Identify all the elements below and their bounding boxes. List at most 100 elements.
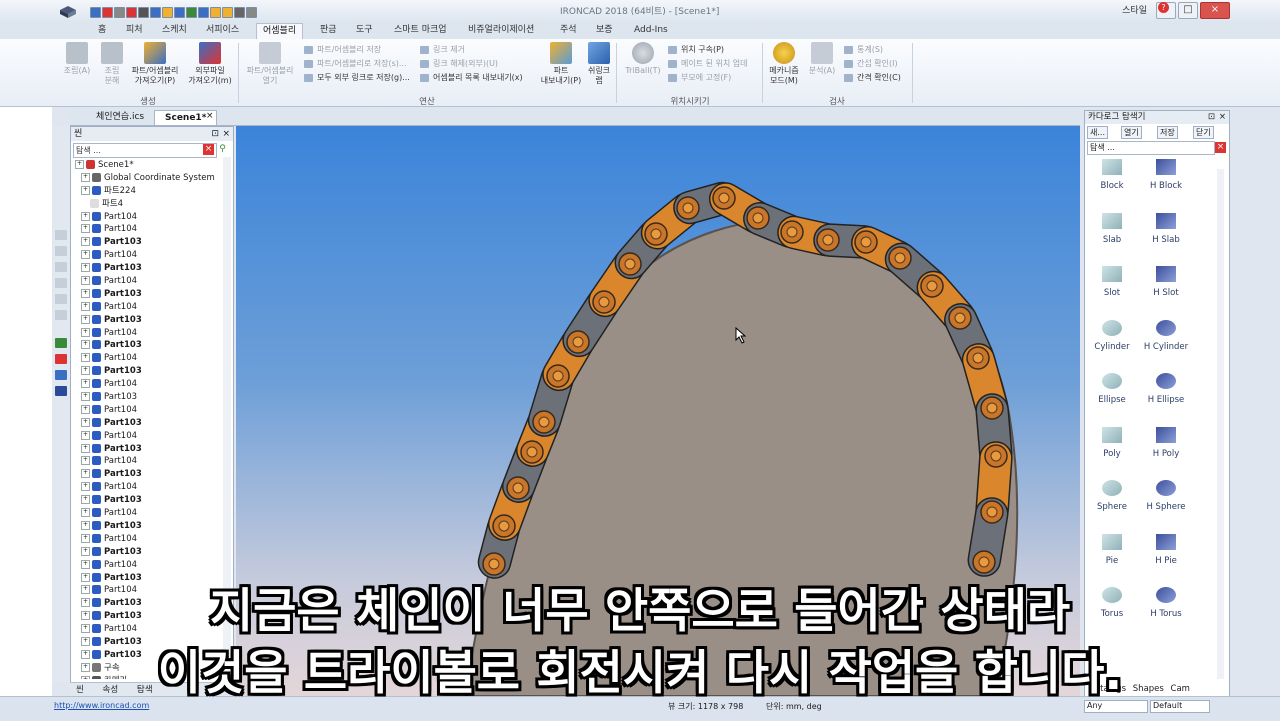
expand-toggle-icon[interactable]: + — [81, 211, 90, 221]
expand-toggle-icon[interactable]: + — [81, 508, 90, 518]
expand-toggle-icon[interactable]: + — [81, 533, 90, 543]
catalog-open-button[interactable]: 열기 — [1121, 126, 1142, 139]
view-tool-icon[interactable] — [55, 294, 67, 304]
view-tool-icon[interactable] — [55, 230, 67, 240]
catalog-shape-h-slot[interactable]: H Slot — [1136, 266, 1196, 298]
expand-toggle-icon[interactable]: + — [81, 482, 90, 492]
expand-toggle-icon[interactable]: + — [81, 340, 90, 350]
ribbon-tab[interactable]: 홈 — [92, 23, 112, 38]
view-tool-icon[interactable] — [55, 338, 67, 348]
catalog-shape-h-slab[interactable]: H Slab — [1136, 212, 1196, 245]
ribbon-tab[interactable]: 서피이스 — [200, 23, 245, 38]
shrinkwrap-button[interactable]: 쉬링크 랩 — [584, 42, 614, 86]
catalog-shape-poly[interactable]: Poly — [1082, 426, 1142, 459]
catalog-shape-h-block[interactable]: H Block — [1136, 159, 1196, 191]
close-document-icon[interactable]: × — [206, 111, 214, 121]
quick-access-button[interactable] — [138, 7, 149, 18]
quick-access-button[interactable] — [210, 7, 221, 18]
position-constraint-button[interactable]: 위치 구속(P) — [668, 44, 724, 56]
catalog-shape-h-ellipse[interactable]: H Ellipse — [1136, 373, 1196, 405]
expand-toggle-icon[interactable]: + — [81, 327, 90, 337]
tree-item[interactable]: + Part103 — [75, 262, 225, 275]
tree-item[interactable]: + Part103 — [75, 546, 225, 559]
open-part-button[interactable]: 파트/어셈블리 열기 — [240, 42, 300, 86]
import-part-button[interactable]: 파트/어셈블리 가져오기(P) — [126, 42, 184, 86]
quick-access-button[interactable] — [90, 7, 101, 18]
tree-item[interactable]: + Part103 — [75, 365, 225, 378]
save-part-button[interactable]: 파트/어셈블리 저장 — [304, 44, 381, 56]
catalog-shape-block[interactable]: Block — [1082, 159, 1142, 191]
tree-item[interactable]: + Part104 — [75, 507, 225, 520]
quick-access-button[interactable] — [102, 7, 113, 18]
expand-toggle-icon[interactable]: + — [81, 443, 90, 453]
tree-item[interactable]: + Part104 — [75, 352, 225, 365]
disassemble-button[interactable]: 조립 분해 — [98, 42, 126, 86]
tree-item[interactable]: + Part103 — [75, 288, 225, 301]
part-export-button[interactable]: 파트 내보내기(P) — [538, 42, 584, 86]
pin-icon[interactable]: ⊡ — [211, 127, 219, 141]
tree-item[interactable]: + Part104 — [75, 533, 225, 546]
help-icon[interactable]: ? — [1158, 2, 1169, 13]
update-position-button[interactable]: 메이트 된 위치 업데 — [668, 58, 748, 70]
tree-item[interactable]: 파트4 — [75, 198, 225, 211]
ribbon-tab[interactable]: 주석 — [554, 23, 583, 38]
expand-toggle-icon[interactable]: + — [81, 172, 90, 182]
expand-toggle-icon[interactable]: + — [81, 366, 90, 376]
catalog-shape-h-pie[interactable]: H Pie — [1136, 533, 1196, 566]
expand-toggle-icon[interactable]: + — [81, 392, 90, 402]
catalog-close-button[interactable]: 닫기 — [1193, 126, 1214, 139]
expand-toggle-icon[interactable]: + — [81, 495, 90, 505]
quick-access-button[interactable] — [126, 7, 137, 18]
expand-toggle-icon[interactable]: + — [81, 546, 90, 556]
close-window-button[interactable]: × — [1200, 2, 1230, 19]
filter-icon[interactable]: ⚲ — [217, 144, 228, 155]
tree-item[interactable]: + Part104 — [75, 211, 225, 224]
analysis-button[interactable]: 분석(A) — [804, 42, 840, 76]
ribbon-tab[interactable]: 어셈블리 — [256, 23, 304, 39]
view-tool-icon[interactable] — [55, 354, 67, 364]
quick-access-button[interactable] — [234, 7, 245, 18]
catalog-shape-slot[interactable]: Slot — [1082, 266, 1142, 298]
view-tool-icon[interactable] — [55, 278, 67, 288]
ribbon-tab[interactable]: 판금 — [314, 23, 343, 38]
catalog-search-input[interactable]: 탐색 ... — [1087, 141, 1215, 155]
tree-item[interactable]: + Part104 — [75, 327, 225, 340]
catalog-shape-sphere[interactable]: Sphere — [1082, 480, 1142, 512]
expand-toggle-icon[interactable]: + — [81, 353, 90, 363]
save-part-as-button[interactable]: 파트/어셈블리로 저장(s)... — [304, 58, 407, 70]
tree-item[interactable]: + Part104 — [75, 275, 225, 288]
expand-toggle-icon[interactable]: + — [81, 559, 90, 569]
tree-item[interactable]: + Part104 — [75, 430, 225, 443]
catalog-shape-slab[interactable]: Slab — [1082, 212, 1142, 245]
catalog-shape-h-cylinder[interactable]: H Cylinder — [1136, 319, 1196, 352]
ribbon-tab[interactable]: 비쥬얼라이제이션 — [462, 23, 540, 38]
link-remove-button[interactable]: 링크 제거 — [420, 44, 465, 56]
quick-access-button[interactable] — [162, 7, 173, 18]
view-tool-icon[interactable] — [55, 262, 67, 272]
save-external-links-button[interactable]: 모두 외부 링크로 저장(g)... — [304, 72, 410, 84]
tree-item[interactable]: + Part104 — [75, 455, 225, 468]
expand-toggle-icon[interactable]: + — [81, 250, 90, 260]
quick-access-button[interactable] — [246, 7, 257, 18]
expand-toggle-icon[interactable]: + — [81, 379, 90, 389]
tree-item[interactable]: + Part103 — [75, 417, 225, 430]
catalog-shape-pie[interactable]: Pie — [1082, 533, 1142, 566]
assemble-button[interactable]: 조립(A) — [60, 42, 94, 76]
ribbon-tab[interactable]: 보증 — [590, 23, 619, 38]
tree-item[interactable]: + Part103 — [75, 391, 225, 404]
expand-toggle-icon[interactable]: + — [81, 520, 90, 530]
quick-access-button[interactable] — [198, 7, 209, 18]
scene-search-input[interactable]: 탐색 ... — [73, 143, 217, 158]
catalog-shape-ellipse[interactable]: Ellipse — [1082, 373, 1142, 405]
quick-access-button[interactable] — [174, 7, 185, 18]
quick-access-button[interactable] — [222, 7, 233, 18]
tree-item[interactable]: + Part104 — [75, 249, 225, 262]
ribbon-tab[interactable]: 도구 — [350, 23, 379, 38]
expand-toggle-icon[interactable]: + — [81, 185, 90, 195]
ribbon-tab[interactable]: 스마트 마크업 — [388, 23, 453, 38]
pin-icon[interactable]: ⊡ — [1208, 111, 1215, 124]
tree-item[interactable]: + Part103 — [75, 339, 225, 352]
ribbon-tab[interactable]: Add-Ins — [628, 23, 674, 38]
expand-toggle-icon[interactable]: + — [81, 430, 90, 440]
document-tab-chain[interactable]: 체인연습.ics — [86, 110, 154, 124]
